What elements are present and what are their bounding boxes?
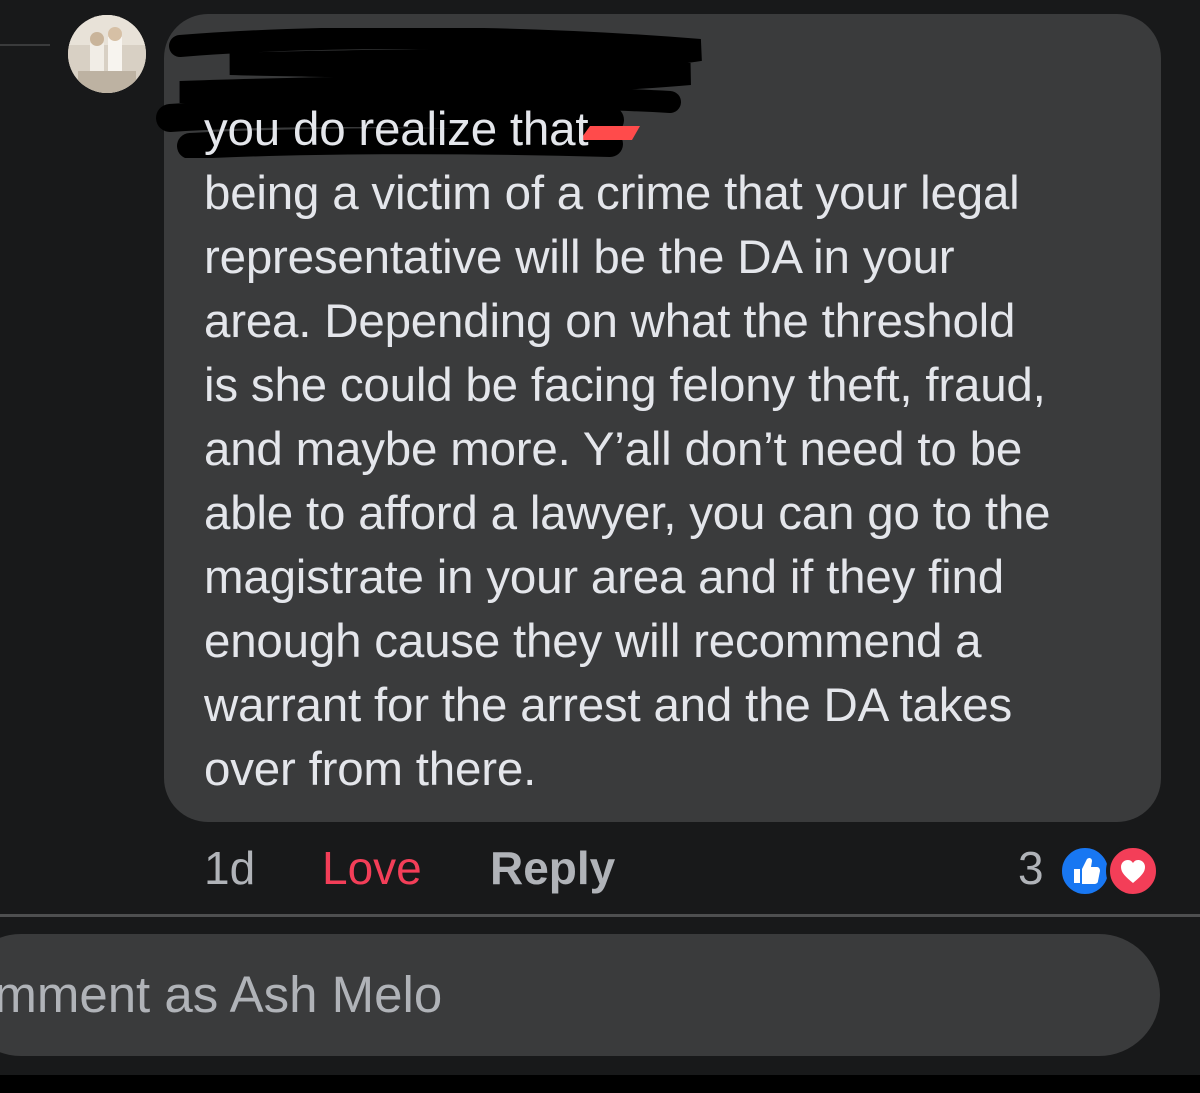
thread-line <box>0 44 50 46</box>
like-icon[interactable] <box>1058 844 1112 898</box>
comment-timestamp[interactable]: 1d <box>204 838 255 898</box>
love-reaction-button[interactable]: Love <box>322 838 422 898</box>
bottom-bar <box>0 1075 1200 1093</box>
reaction-count[interactable]: 3 <box>1018 838 1044 898</box>
comment-input-placeholder: omment as Ash Melo <box>0 966 443 1023</box>
section-divider <box>0 914 1200 917</box>
commenter-avatar[interactable] <box>68 15 146 93</box>
comment-text: you do realize that being a victim of a … <box>204 103 1051 796</box>
love-icon[interactable] <box>1106 844 1160 898</box>
avatar-photo <box>68 15 146 93</box>
comment-actions: 1d Love Reply 3 <box>0 838 1200 898</box>
reply-button[interactable]: Reply <box>490 838 615 898</box>
